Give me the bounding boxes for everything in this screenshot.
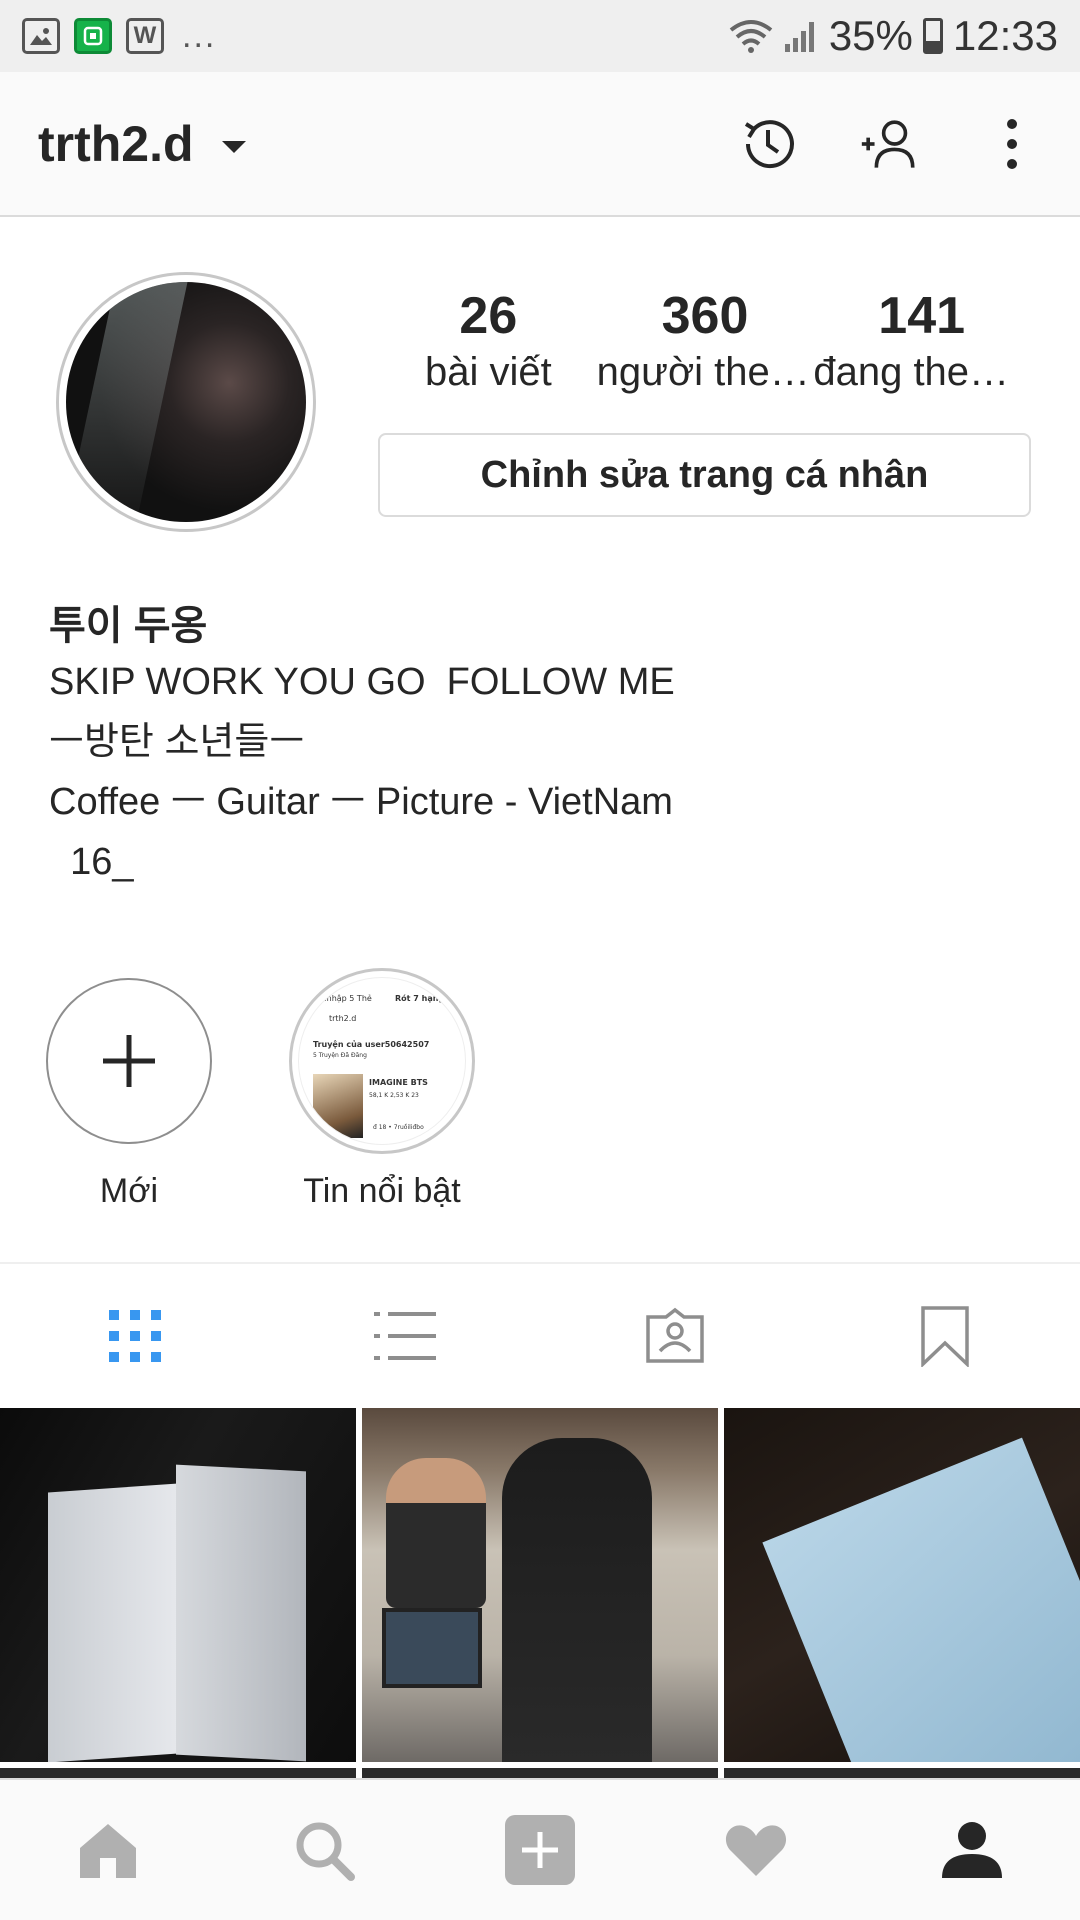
tab-tagged[interactable] (540, 1264, 810, 1408)
posts-grid (0, 1408, 1080, 1768)
gallery-notification-icon (22, 18, 60, 54)
w-notification-icon: W (126, 18, 164, 54)
preview-text: 58,1 K 2,53 K 23 (369, 1092, 419, 1099)
add-post-icon (505, 1815, 575, 1885)
search-icon (296, 1822, 355, 1881)
preview-text: Rót 7 hạng n... (395, 994, 462, 1003)
discover-people-button[interactable] (860, 114, 920, 174)
profile-icon (942, 1822, 1002, 1878)
posts-count: 26 (459, 287, 518, 345)
home-icon (80, 1824, 136, 1878)
preview-text: trth2.d (329, 1014, 357, 1023)
preview-book-cover (313, 1074, 363, 1138)
plus-icon (103, 1035, 155, 1087)
tab-saved[interactable] (810, 1264, 1080, 1408)
wifi-icon (729, 20, 773, 53)
following-label: đang theo dõi (813, 350, 1030, 394)
bio-line: SKIP WORK YOU GO FOLLOW ME (49, 661, 675, 703)
highlight-cover-preview: ...nhập 5 Thẻ Rót 7 hạng n... trth2.d Tr… (298, 977, 466, 1145)
grid-view-icon (109, 1310, 161, 1362)
bio-line: Coffee ㅡ Guitar ㅡ Picture - VietNam (49, 781, 673, 823)
stat-following[interactable]: 141 đang theo dõi (813, 285, 1030, 397)
bio-line: 16_ (49, 841, 134, 883)
tab-grid[interactable] (0, 1264, 270, 1408)
stat-followers[interactable]: 360 người theo dõi (597, 285, 814, 397)
following-count: 141 (878, 287, 966, 345)
preview-text: IMAGINE BTS (369, 1078, 428, 1087)
posts-label: bài viết (424, 350, 552, 394)
post-thumbnail[interactable] (0, 1408, 356, 1762)
story-highlights: Mới ...nhập 5 Thẻ Rót 7 hạng n... trth2.… (44, 968, 482, 1211)
bottom-navigation (0, 1778, 1080, 1920)
profile-stats: 26 bài viết 360 người theo dõi 141 đang … (380, 285, 1030, 397)
nav-home[interactable] (0, 1780, 216, 1920)
clock: 12:33 (952, 12, 1058, 59)
post-thumbnail[interactable] (724, 1408, 1080, 1762)
preview-text: ...nhập 5 Thẻ (319, 994, 372, 1003)
history-icon (744, 119, 794, 168)
heart-icon (725, 1825, 787, 1876)
profile-avatar[interactable] (56, 272, 316, 532)
highlight-label: Tin nổi bật (303, 1172, 461, 1210)
bio-line: ㅡ방탄 소년들ㅡ (49, 721, 305, 763)
bookmark-icon (921, 1306, 969, 1367)
followers-label: người theo dõi (596, 350, 814, 394)
tab-list[interactable] (270, 1264, 540, 1408)
nav-search[interactable] (216, 1780, 432, 1920)
account-username[interactable]: trth2.d (38, 115, 194, 173)
new-highlight[interactable]: Mới (44, 978, 214, 1211)
status-bar: W ... 35% 12:33 (0, 0, 1080, 72)
more-notifications: ... (182, 16, 217, 55)
profile-top-bar: trth2.d (0, 72, 1080, 217)
list-view-icon (374, 1312, 436, 1360)
nav-add-post[interactable] (432, 1780, 648, 1920)
highlight-item[interactable]: ...nhập 5 Thẻ Rót 7 hạng n... trth2.d Tr… (282, 968, 482, 1211)
nav-profile[interactable] (864, 1780, 1080, 1920)
new-highlight-label: Mới (99, 1172, 159, 1210)
followers-count: 360 (661, 287, 749, 345)
preview-text: đ 18 • 7ruồiliđbo (373, 1124, 424, 1131)
highlight-cover[interactable]: ...nhập 5 Thẻ Rót 7 hạng n... trth2.d Tr… (289, 968, 475, 1154)
signal-icon (784, 22, 814, 52)
preview-text: 5 Truyện Đã Đăng (313, 1052, 367, 1059)
options-menu-button[interactable] (982, 114, 1042, 174)
nav-activity[interactable] (648, 1780, 864, 1920)
post-thumbnail[interactable] (362, 1408, 718, 1762)
more-vert-icon (1007, 118, 1017, 169)
new-highlight-circle[interactable] (46, 978, 212, 1144)
battery-percent: 35% (828, 12, 913, 59)
avatar-photo (66, 282, 306, 522)
edit-profile-button[interactable]: Chỉnh sửa trang cá nhân (378, 433, 1031, 517)
profile-tabs (0, 1262, 1080, 1408)
archive-history-button[interactable] (738, 114, 798, 174)
add-user-icon (861, 119, 915, 168)
app-notification-icon (74, 18, 112, 54)
profile-bio: 투이 두옹 SKIP WORK YOU GO FOLLOW ME ㅡ방탄 소년들… (49, 600, 1029, 892)
preview-text: Truyện của user50642507 (313, 1040, 430, 1049)
account-switcher-caret-icon[interactable] (221, 140, 246, 153)
battery-icon (922, 18, 943, 54)
stat-posts[interactable]: 26 bài viết (380, 285, 597, 397)
display-name: 투이 두옹 (49, 604, 208, 648)
tagged-icon (646, 1307, 704, 1363)
